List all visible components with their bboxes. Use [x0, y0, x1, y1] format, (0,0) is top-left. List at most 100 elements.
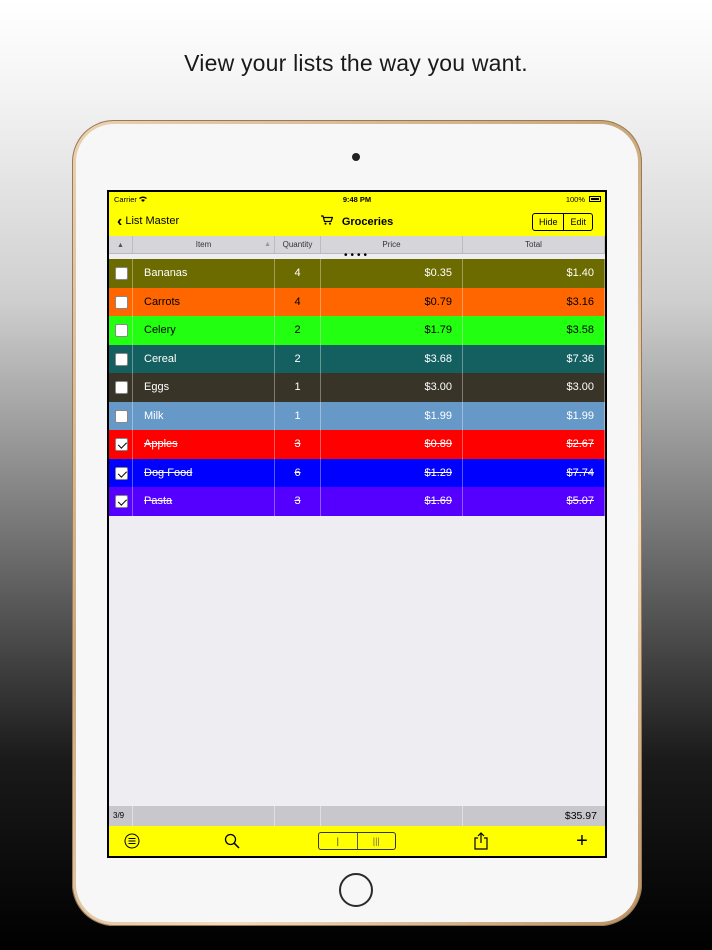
sort-toggle-header[interactable]: ▲	[109, 236, 133, 253]
item-checkbox[interactable]	[115, 381, 128, 394]
header-total[interactable]: Total	[463, 236, 605, 253]
item-price: $3.68	[321, 344, 463, 373]
header-item-label: Item	[195, 240, 212, 249]
hide-button[interactable]: Hide	[533, 214, 564, 230]
list-item[interactable]: Cereal 2 $3.68 $7.36	[109, 344, 605, 373]
item-price: $3.00	[321, 373, 463, 402]
item-total: $2.67	[463, 430, 605, 459]
checkbox-cell	[109, 373, 133, 402]
footer-quantity-cell	[275, 806, 321, 826]
item-quantity: 2	[275, 344, 321, 373]
list-icon[interactable]	[123, 832, 141, 850]
list-item[interactable]: Milk 1 $1.99 $1.99	[109, 401, 605, 430]
item-price: $1.69	[321, 487, 463, 516]
item-name: Bananas	[133, 259, 275, 288]
item-total: $1.99	[463, 401, 605, 430]
item-price: $1.99	[321, 401, 463, 430]
item-quantity: 4	[275, 287, 321, 316]
item-name: Carrots	[133, 287, 275, 316]
status-time: 9:48 PM	[342, 195, 372, 204]
item-checkbox[interactable]	[115, 267, 128, 280]
item-price: $0.79	[321, 287, 463, 316]
list-item[interactable]: Eggs 1 $3.00 $3.00	[109, 373, 605, 402]
list-item[interactable]: Celery 2 $1.79 $3.58	[109, 316, 605, 345]
status-bar: Carrier 9:48 PM 100%	[109, 192, 605, 208]
footer-price-cell	[321, 806, 463, 826]
grand-total: $35.97	[564, 810, 597, 822]
share-icon[interactable]	[473, 832, 489, 850]
title-text: Groceries	[341, 216, 394, 228]
item-name: Cereal	[133, 344, 275, 373]
checkbox-cell	[109, 458, 133, 487]
sort-indicator-icon: ▲	[264, 241, 271, 248]
header-item[interactable]: Item ▲	[133, 236, 275, 253]
page-title: Groceries	[109, 215, 605, 228]
checkbox-cell	[109, 316, 133, 345]
item-total: $3.58	[463, 316, 605, 345]
item-name: Eggs	[133, 373, 275, 402]
list-item[interactable]: Pasta 3 $1.69 $5.07	[109, 487, 605, 516]
checkbox-cell	[109, 344, 133, 373]
item-name: Pasta	[133, 487, 275, 516]
item-price: $1.79	[321, 316, 463, 345]
checkbox-cell	[109, 487, 133, 516]
checkbox-cell	[109, 401, 133, 430]
battery-icon	[589, 196, 601, 202]
item-checkbox[interactable]	[115, 466, 128, 480]
item-total: $7.74	[463, 458, 605, 487]
checkbox-cell	[109, 430, 133, 459]
checkbox-cell	[109, 259, 133, 288]
header-price[interactable]: Price	[321, 236, 463, 253]
add-icon[interactable]: +	[573, 831, 591, 851]
item-checkbox[interactable]	[115, 352, 128, 366]
item-list: Bananas 4 $0.35 $1.40 Carrots 4 $0.79 $3.16 Cele…	[109, 259, 605, 516]
item-checkbox[interactable]	[115, 324, 128, 337]
sort-up-icon: ▲	[117, 242, 124, 249]
list-item[interactable]: Apples 3 $0.89 $2.67	[109, 430, 605, 459]
footer-summary: 3/9 $35.97	[109, 806, 605, 826]
list-item[interactable]: Carrots 4 $0.79 $3.16	[109, 287, 605, 316]
list-item[interactable]: Dog Food 6 $1.29 $7.74	[109, 458, 605, 487]
item-total: $5.07	[463, 487, 605, 516]
hide-edit-segment: Hide Edit	[531, 213, 593, 231]
footer-item-cell	[133, 806, 275, 826]
item-total: $1.40	[463, 259, 605, 288]
item-total: $3.16	[463, 287, 605, 316]
item-name: Celery	[133, 316, 275, 345]
item-name: Apples	[133, 430, 275, 459]
item-quantity: 1	[275, 373, 321, 402]
list-item[interactable]: Bananas 4 $0.35 $1.40	[109, 259, 605, 288]
bottom-toolbar: | ||| +	[109, 826, 605, 856]
item-quantity: 4	[275, 259, 321, 288]
item-checkbox[interactable]	[115, 438, 128, 451]
item-checkbox[interactable]	[115, 495, 128, 508]
multi-column-layout-button[interactable]: |||	[356, 833, 396, 849]
item-total: $3.00	[463, 373, 605, 402]
cart-icon	[320, 215, 336, 228]
item-checkbox[interactable]	[115, 295, 128, 309]
search-icon[interactable]	[223, 832, 241, 850]
item-name: Dog Food	[133, 458, 275, 487]
item-quantity: 1	[275, 401, 321, 430]
item-quantity: 2	[275, 316, 321, 345]
header-quantity[interactable]: Quantity	[275, 236, 321, 253]
item-quantity: 6	[275, 458, 321, 487]
item-price: $0.35	[321, 259, 463, 288]
camera-icon	[352, 153, 360, 161]
home-button[interactable]	[339, 873, 373, 907]
item-checkbox[interactable]	[115, 409, 128, 423]
item-quantity: 3	[275, 430, 321, 459]
layout-toggle: | |||	[318, 832, 396, 850]
checkbox-cell	[109, 287, 133, 316]
item-price: $0.89	[321, 430, 463, 459]
item-total: $7.36	[463, 344, 605, 373]
app-screen: Carrier 9:48 PM 100% ‹ List Master Groce…	[107, 190, 607, 858]
battery-percent: 100%	[565, 195, 585, 204]
nav-bar: ‹ List Master Groceries Hide Edit	[109, 208, 605, 236]
edit-button[interactable]: Edit	[563, 214, 592, 230]
checked-count: 3/9	[109, 806, 133, 826]
item-quantity: 3	[275, 487, 321, 516]
single-column-layout-button[interactable]: |	[319, 833, 357, 849]
item-name: Milk	[133, 401, 275, 430]
item-price: $1.29	[321, 458, 463, 487]
